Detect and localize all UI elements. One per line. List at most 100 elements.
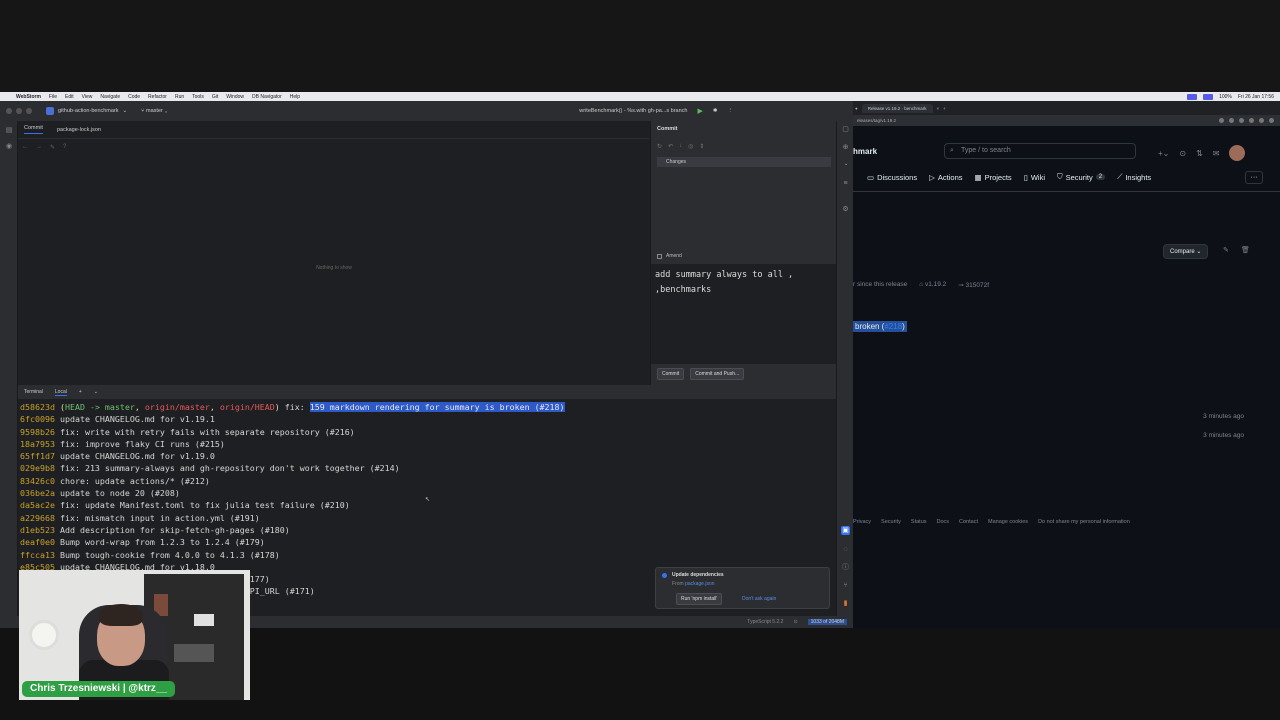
database-icon[interactable]: ≡: [841, 179, 850, 188]
extension-icon[interactable]: [1269, 118, 1274, 123]
footer-contact[interactable]: Contact: [959, 519, 978, 525]
edit-icon[interactable]: ✎: [1223, 246, 1229, 254]
ai-icon[interactable]: ⚙: [841, 205, 850, 214]
browser-tab[interactable]: Release v1.19.2 · benchmark: [861, 103, 933, 113]
folder-icon[interactable]: ▢: [841, 125, 850, 134]
tab-actions[interactable]: ▷ Actions: [929, 173, 962, 182]
footer-privacy[interactable]: Privacy: [853, 519, 871, 525]
menubar-clock[interactable]: Fri 26 Jan 17:56: [1238, 94, 1274, 100]
changes-group[interactable]: Changes: [657, 157, 831, 167]
more-icon[interactable]: ⋮: [728, 108, 734, 114]
extension-icon[interactable]: [1239, 118, 1244, 123]
from-file-link[interactable]: package.json: [685, 581, 714, 587]
run-npm-install-button[interactable]: Run 'npm install': [676, 593, 723, 605]
help-icon[interactable]: ?: [63, 144, 66, 150]
status-pill-icon-2[interactable]: [1203, 93, 1214, 100]
menu-db-navigator[interactable]: DB Navigator: [252, 94, 282, 100]
expand-icon[interactable]: ⇕: [699, 143, 704, 150]
footer-docs[interactable]: Docs: [937, 519, 950, 525]
commits-since-text[interactable]: r since this release: [853, 281, 907, 289]
bell-icon[interactable]: ▮: [841, 599, 850, 608]
menu-navigate[interactable]: Navigate: [100, 94, 120, 100]
chevron-down-icon[interactable]: ⌄: [94, 389, 98, 395]
menu-code[interactable]: Code: [128, 94, 140, 100]
menu-help[interactable]: Help: [290, 94, 300, 100]
menu-window[interactable]: Window: [226, 94, 244, 100]
extension-icon[interactable]: [1229, 118, 1234, 123]
zoom-window-icon[interactable]: [26, 108, 32, 114]
rollback-icon[interactable]: ↶: [668, 143, 673, 150]
trash-icon[interactable]: 🗑: [1241, 246, 1250, 254]
eye-icon[interactable]: ◎: [688, 143, 693, 150]
commit-tool-icon[interactable]: ◉: [5, 143, 13, 151]
tab-projects[interactable]: ▦ Projects: [975, 173, 1012, 182]
minimize-window-icon[interactable]: [16, 108, 22, 114]
branch-selector[interactable]: ⑂ master ⌄: [141, 108, 167, 114]
memory-indicator[interactable]: 1033 of 2048M: [807, 619, 847, 625]
tab-wiki[interactable]: ▯ Wiki: [1024, 173, 1045, 182]
close-window-icon[interactable]: [6, 108, 12, 114]
compare-button[interactable]: Compare ⌄: [1163, 244, 1209, 259]
new-tab-icon[interactable]: +: [943, 106, 946, 111]
project-tool-icon[interactable]: ▤: [5, 127, 13, 135]
download-icon[interactable]: ↓: [679, 143, 682, 150]
arrow-right-icon[interactable]: →: [36, 144, 42, 150]
footer-manage-cookies[interactable]: Manage cookies: [988, 519, 1028, 525]
tab-local[interactable]: Local: [54, 389, 67, 396]
battery-text[interactable]: 100%: [1219, 94, 1232, 100]
plus-icon[interactable]: +⌄: [1158, 149, 1169, 158]
footer-status[interactable]: Status: [911, 519, 927, 525]
menu-git[interactable]: Git: [212, 94, 218, 100]
dont-ask-again-link[interactable]: Don't ask again: [742, 596, 776, 602]
project-selector[interactable]: github-action-benchmark ⌄: [46, 107, 127, 115]
commit-message-input[interactable]: add summary always to all , ,benchmarks: [651, 264, 837, 364]
menubar-app[interactable]: WebStorm: [16, 94, 41, 100]
typescript-version[interactable]: TypeScript 5.2.2: [747, 619, 783, 625]
repo-name[interactable]: hmark: [853, 147, 877, 156]
footer-security[interactable]: Security: [881, 519, 901, 525]
notification-icon[interactable]: ◔: [841, 161, 850, 170]
tab-discussions[interactable]: ▭ Discussions: [867, 173, 917, 182]
tab-security[interactable]: ⛉ Security 2: [1057, 172, 1106, 182]
search-input[interactable]: ⌕ Type / to search: [944, 143, 1136, 159]
version-control-icon[interactable]: ⑂: [841, 581, 850, 590]
avatar[interactable]: [1229, 145, 1246, 161]
menu-view[interactable]: View: [82, 94, 93, 100]
tab-package-lock[interactable]: package-lock.json: [57, 127, 101, 133]
debug-icon[interactable]: ✱: [713, 108, 718, 114]
inbox-icon[interactable]: ✉: [1213, 149, 1220, 158]
tag-link[interactable]: ⌂ v1.19.2: [919, 281, 946, 289]
run-icon[interactable]: ▶: [698, 107, 703, 115]
tab-insights[interactable]: ⟋ Insights: [1117, 172, 1151, 182]
footer-do-not-share[interactable]: Do not share my personal information: [1038, 519, 1130, 525]
extension-icon[interactable]: [1249, 118, 1254, 123]
menu-tools[interactable]: Tools: [192, 94, 204, 100]
menu-refactor[interactable]: Refactor: [148, 94, 167, 100]
refresh-icon[interactable]: ↻: [657, 143, 662, 150]
git-icon[interactable]: ⊕: [841, 143, 850, 152]
tab-commit[interactable]: Commit: [24, 125, 43, 134]
amend-checkbox[interactable]: Amend: [657, 253, 682, 259]
commit-push-button[interactable]: Commit and Push...: [690, 368, 745, 380]
menu-file[interactable]: File: [49, 94, 57, 100]
more-menu-button[interactable]: ···: [1245, 171, 1263, 184]
address-bar[interactable]: eleases/tag/v1.19.2: [853, 115, 1280, 126]
menu-run[interactable]: Run: [175, 94, 184, 100]
arrow-left-icon[interactable]: ←: [22, 144, 28, 150]
extension-icon[interactable]: [1259, 118, 1264, 123]
extension-icon[interactable]: [1219, 118, 1224, 123]
commit-button[interactable]: Commit: [657, 368, 685, 380]
close-tab-icon[interactable]: ×: [937, 106, 940, 111]
services-icon[interactable]: ◌: [841, 545, 850, 554]
add-icon[interactable]: +: [79, 389, 82, 395]
url-text[interactable]: eleases/tag/v1.19.2: [857, 118, 896, 123]
run-config-selector[interactable]: writeBenchmark() - %s.with gh-pa...s bra…: [579, 108, 687, 114]
pr-link[interactable]: #218: [884, 322, 902, 331]
menu-edit[interactable]: Edit: [65, 94, 74, 100]
issues-icon[interactable]: ⊙: [1179, 149, 1186, 158]
terminal-icon[interactable]: ▣: [841, 526, 850, 535]
problems-icon[interactable]: ⓘ: [841, 563, 850, 572]
pull-requests-icon[interactable]: ⇅: [1196, 149, 1203, 158]
commit-link[interactable]: ⊸ 315072f: [958, 281, 989, 289]
status-pill-icon[interactable]: [1187, 93, 1198, 100]
